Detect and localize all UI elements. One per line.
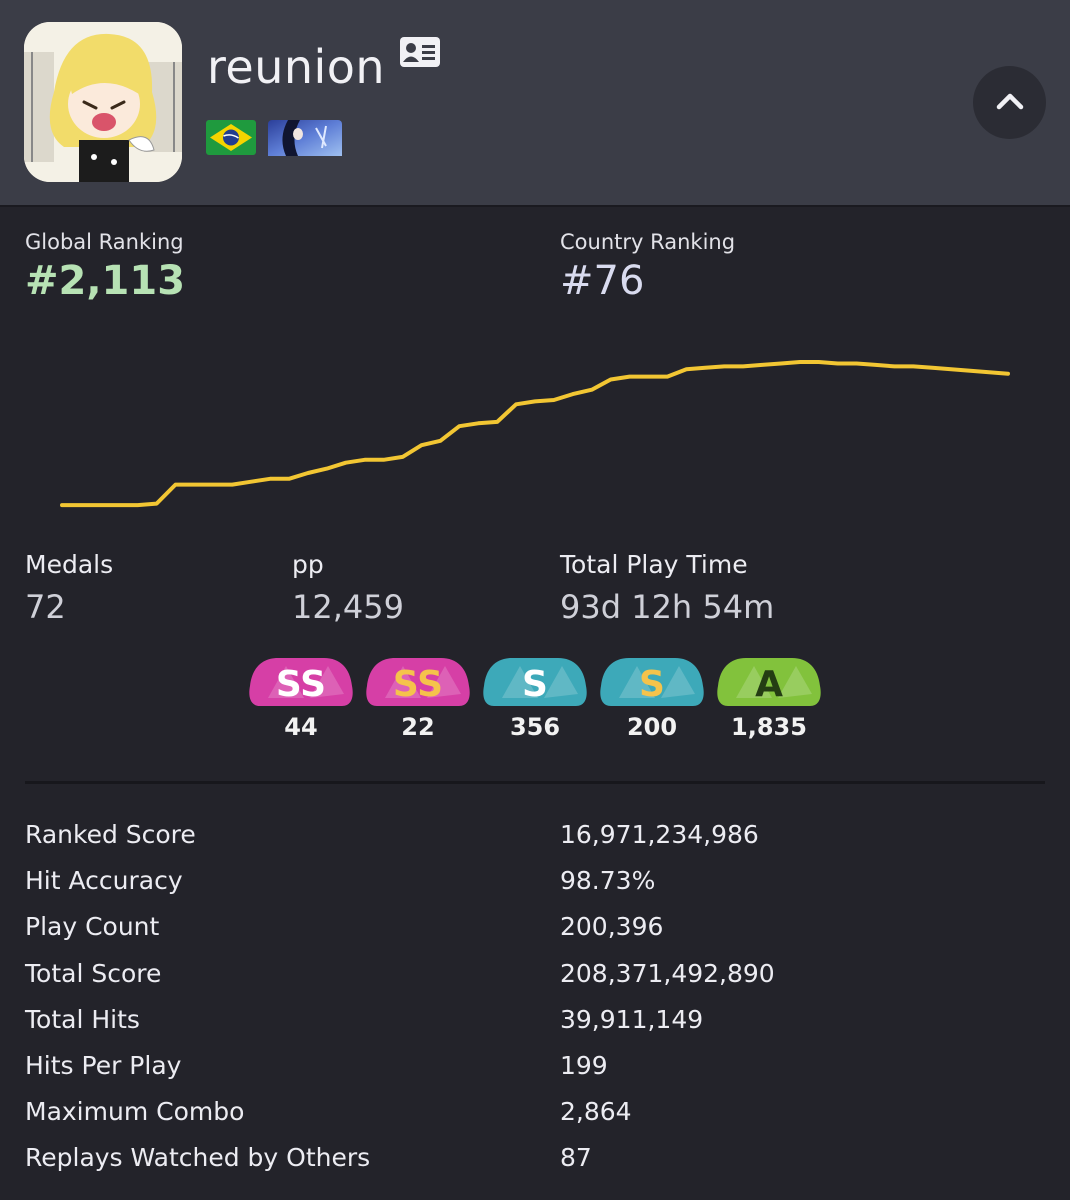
detail-label: Replays Watched by Others <box>25 1143 371 1173</box>
detail-value: 2,864 <box>560 1097 632 1127</box>
grade-letter: SS <box>393 664 443 705</box>
grade-ss-gold-icon: SS <box>365 654 471 710</box>
grade-count: 200 <box>626 713 678 741</box>
avatar[interactable] <box>24 22 182 182</box>
grade-count: 356 <box>509 713 561 741</box>
grade-ss-silver-icon: SS <box>248 654 354 710</box>
pp-label: pp <box>292 550 324 579</box>
detail-row-ranked-score: Ranked Score 16,971,234,986 <box>25 820 1045 866</box>
detail-value: 98.73% <box>560 866 656 896</box>
header-separator <box>0 205 1070 207</box>
grade-a-icon: A <box>716 654 822 710</box>
grade-s-silver: S 356 <box>482 654 588 741</box>
team-flag-icon[interactable] <box>268 120 342 160</box>
detail-label: Total Hits <box>25 1004 140 1034</box>
detail-value: 200,396 <box>560 912 664 942</box>
grade-letter: A <box>755 664 783 705</box>
collapse-button[interactable] <box>973 66 1046 139</box>
country-ranking-value: #76 <box>560 258 645 304</box>
play-time-label: Total Play Time <box>560 550 748 579</box>
detail-value: 39,911,149 <box>560 1004 704 1034</box>
brazil-flag-icon[interactable] <box>206 120 256 159</box>
detail-label: Play Count <box>25 912 160 942</box>
grade-count: 44 <box>284 713 318 741</box>
grade-s-gold: S 200 <box>599 654 705 741</box>
profile-header: reunion <box>0 0 1070 205</box>
grade-ss-silver: SS 44 <box>248 654 354 741</box>
grade-count: 1,835 <box>731 713 807 741</box>
chevron-up-icon <box>996 92 1024 114</box>
detail-label: Hit Accuracy <box>25 866 183 896</box>
grade-letter: S <box>639 664 665 705</box>
grade-letter: S <box>522 664 548 705</box>
stats-divider <box>25 781 1045 784</box>
detail-value: 199 <box>560 1050 608 1080</box>
play-time-value: 93d 12h 54m <box>560 588 775 626</box>
detail-stats: Ranked Score 16,971,234,986 Hit Accuracy… <box>25 820 1045 1190</box>
rank-history-chart[interactable] <box>0 330 1070 530</box>
grade-s-silver-icon: S <box>482 654 588 710</box>
detail-value: 87 <box>560 1143 592 1173</box>
grade-a: A 1,835 <box>716 654 822 741</box>
detail-label: Maximum Combo <box>25 1097 245 1127</box>
detail-row-maximum-combo: Maximum Combo 2,864 <box>25 1097 1045 1143</box>
grade-ss-gold: SS 22 <box>365 654 471 741</box>
rank-history-line <box>60 360 1010 508</box>
detail-row-hits-per-play: Hits Per Play 199 <box>25 1051 1045 1097</box>
grade-count: 22 <box>401 713 435 741</box>
detail-label: Total Score <box>25 958 162 988</box>
detail-row-total-hits: Total Hits 39,911,149 <box>25 1005 1045 1051</box>
detail-row-hit-accuracy: Hit Accuracy 98.73% <box>25 866 1045 912</box>
username: reunion <box>207 40 386 94</box>
medals-label: Medals <box>25 550 114 579</box>
detail-row-total-score: Total Score 208,371,492,890 <box>25 959 1045 1005</box>
detail-label: Hits Per Play <box>25 1050 182 1080</box>
detail-value: 16,971,234,986 <box>560 820 759 849</box>
detail-row-play-count: Play Count 200,396 <box>25 912 1045 958</box>
grade-s-gold-icon: S <box>599 654 705 710</box>
detail-value: 208,371,492,890 <box>560 958 775 988</box>
medals-value: 72 <box>25 588 66 626</box>
pp-value: 12,459 <box>292 588 404 626</box>
detail-label: Ranked Score <box>25 820 196 849</box>
global-ranking-label: Global Ranking <box>25 230 184 254</box>
country-ranking-label: Country Ranking <box>560 230 736 254</box>
grade-letter: SS <box>276 664 326 705</box>
detail-row-replays-watched: Replays Watched by Others 87 <box>25 1143 1045 1189</box>
profile-card-icon[interactable] <box>400 37 440 71</box>
global-ranking-value: #2,113 <box>25 258 186 304</box>
